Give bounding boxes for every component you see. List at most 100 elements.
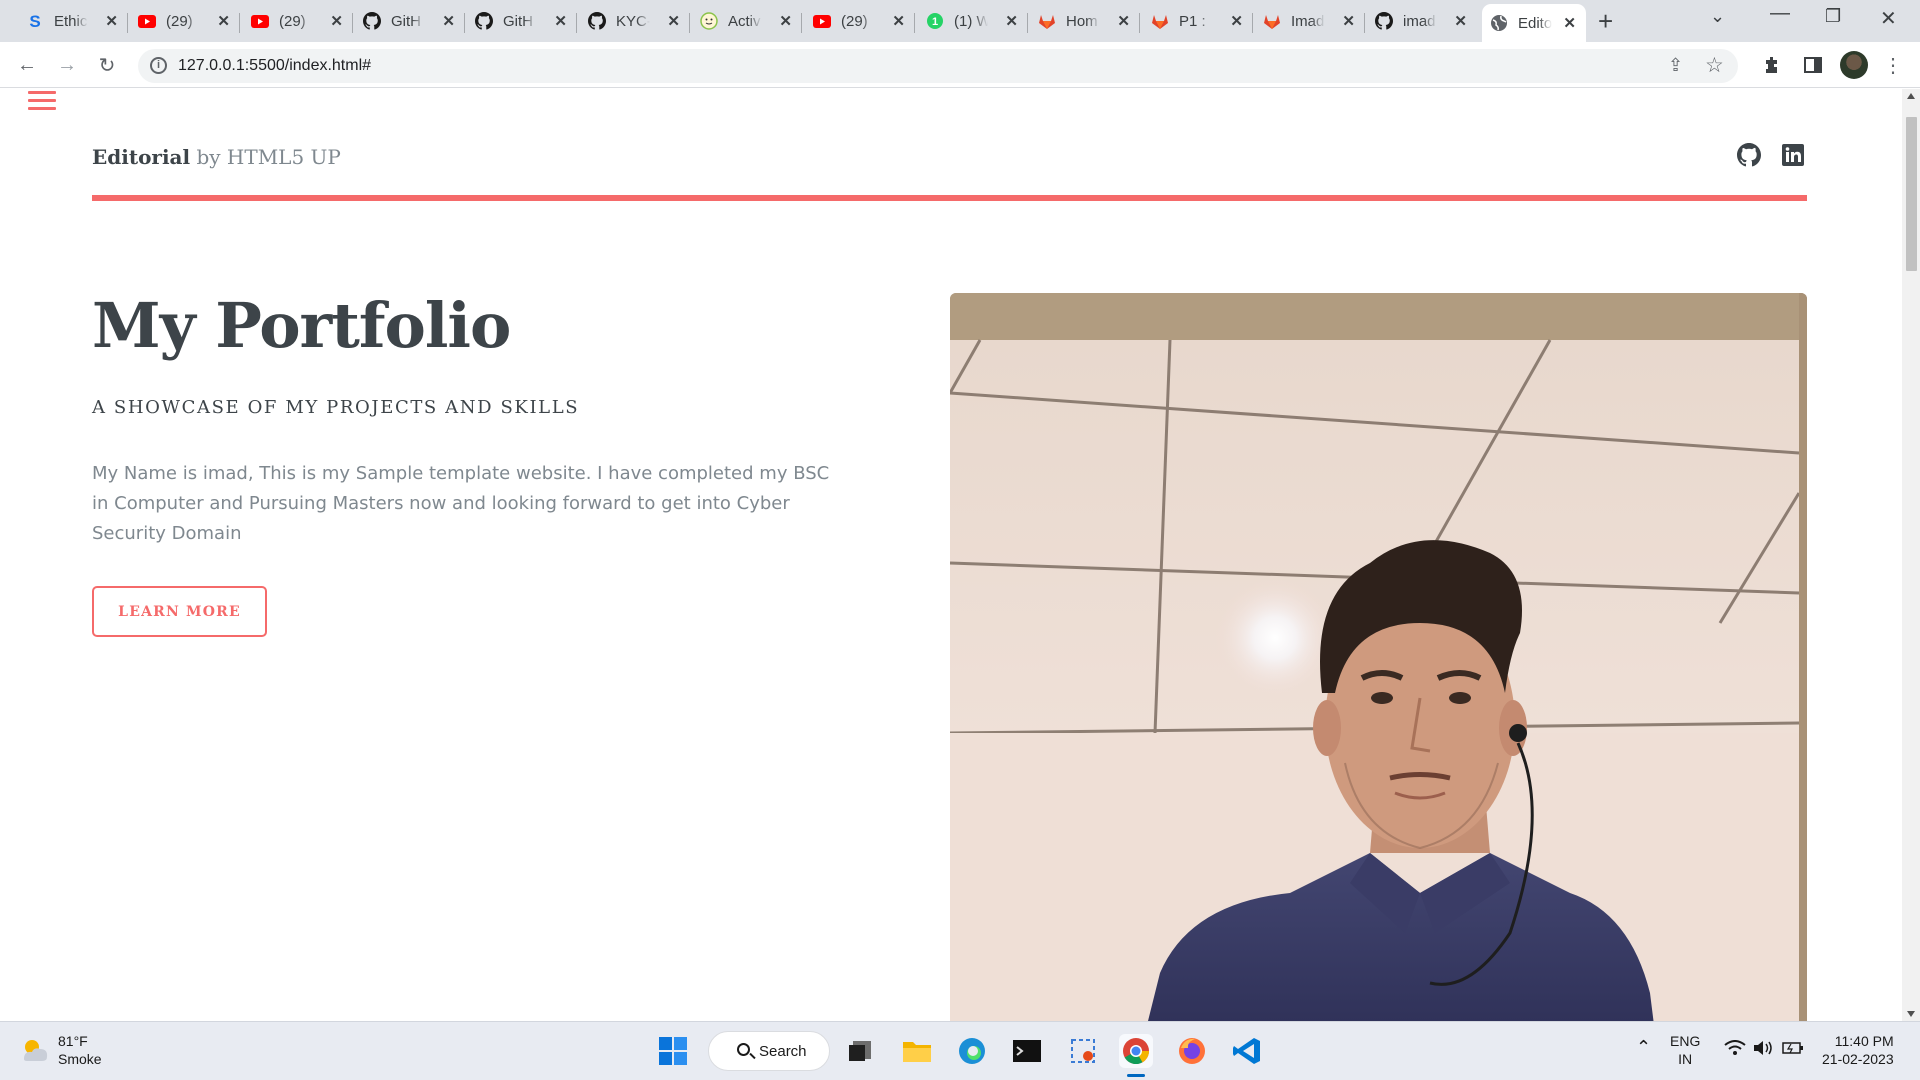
windows-start-icon[interactable] (656, 1034, 690, 1068)
close-tab-icon[interactable]: ✕ (330, 12, 343, 30)
close-tab-icon[interactable]: ✕ (105, 12, 118, 30)
edge-browser-icon[interactable] (955, 1034, 989, 1068)
close-tab-icon[interactable]: ✕ (779, 12, 792, 30)
close-tab-icon[interactable]: ✕ (1563, 14, 1576, 32)
tab-title: GitH (391, 12, 421, 30)
github-icon (363, 12, 381, 30)
scroll-down-arrow-icon[interactable] (1907, 1011, 1915, 1017)
chrome-icon[interactable] (1119, 1034, 1153, 1068)
browser-tab[interactable]: Edito ✕ (1482, 4, 1586, 42)
browser-tab[interactable]: 1 (1) W ✕ (918, 6, 1028, 36)
browser-tab[interactable]: (29) ✕ (243, 6, 353, 36)
tab-separator (127, 13, 128, 33)
close-tab-icon[interactable]: ✕ (442, 12, 455, 30)
lang-top: ENG (1670, 1033, 1701, 1049)
tab-separator (576, 13, 577, 33)
header-divider (92, 195, 1807, 201)
vscode-icon[interactable] (1230, 1034, 1264, 1068)
site-header: Editorial by HTML5 UP (92, 143, 1807, 169)
page-viewport: Editorial by HTML5 UP My Portfolio A SHO… (0, 89, 1902, 1021)
share-icon[interactable]: ⇪ (1668, 55, 1683, 76)
gitlab-icon (1038, 12, 1056, 30)
snipping-tool-icon[interactable] (1066, 1034, 1100, 1068)
close-tab-icon[interactable]: ✕ (1117, 12, 1130, 30)
close-tab-icon[interactable]: ✕ (1342, 12, 1355, 30)
scrollbar-thumb[interactable] (1906, 117, 1917, 271)
bookmark-star-icon[interactable]: ☆ (1705, 53, 1724, 78)
logo-strong: Editorial (92, 145, 191, 169)
weather-smoke-icon (24, 1040, 48, 1061)
restore-button[interactable]: ❐ (1825, 6, 1841, 27)
volume-icon[interactable] (1752, 1040, 1774, 1060)
menu-kebab-icon[interactable]: ⋮ (1880, 52, 1906, 78)
site-logo[interactable]: Editorial by HTML5 UP (92, 145, 1807, 169)
tab-separator (1027, 13, 1028, 33)
browser-tab[interactable]: (29) ✕ (805, 6, 915, 36)
whatsapp-badge-icon: 1 (926, 12, 944, 30)
tab-title: Edito (1518, 14, 1552, 32)
site-info-icon[interactable]: i (150, 57, 167, 74)
browser-tab[interactable]: Activ ✕ (692, 6, 802, 36)
sidebar-toggle-menu-icon[interactable] (28, 89, 56, 111)
url-text[interactable]: 127.0.0.1:5500/index.html# (178, 57, 371, 75)
extensions-puzzle-icon[interactable] (1759, 52, 1785, 78)
firefox-icon[interactable] (1175, 1034, 1209, 1068)
browser-tab[interactable]: GitH ✕ (355, 6, 465, 36)
close-tab-icon[interactable]: ✕ (1230, 12, 1243, 30)
close-tab-icon[interactable]: ✕ (1005, 12, 1018, 30)
linkedin-icon[interactable] (1781, 143, 1807, 169)
back-button[interactable]: ← (14, 52, 40, 78)
wifi-icon[interactable] (1724, 1040, 1746, 1060)
close-tab-icon[interactable]: ✕ (667, 12, 680, 30)
close-tab-icon[interactable]: ✕ (217, 12, 230, 30)
browser-tab[interactable]: imad ✕ (1367, 6, 1477, 36)
taskbar-search[interactable]: Search (708, 1031, 830, 1071)
browser-tab[interactable]: GitH ✕ (467, 6, 577, 36)
tab-title: Hom (1066, 12, 1098, 30)
search-label: Search (759, 1042, 807, 1060)
clock[interactable]: 11:40 PM 21-02-2023 (1822, 1032, 1894, 1068)
logo-byline: by HTML5 UP (190, 145, 341, 169)
address-bar[interactable]: i 127.0.0.1:5500/index.html# ⇪ ☆ (138, 49, 1738, 83)
page-scrollbar[interactable] (1902, 89, 1920, 1021)
show-hidden-icons-chevron-icon[interactable]: ⌃ (1636, 1038, 1651, 1056)
close-tab-icon[interactable]: ✕ (1454, 12, 1467, 30)
gitlab-icon (1151, 12, 1169, 30)
scroll-up-arrow-icon[interactable] (1907, 93, 1915, 99)
tab-title: (1) W (954, 12, 988, 30)
youtube-icon (813, 12, 831, 30)
tab-separator (689, 13, 690, 33)
github-icon (475, 12, 493, 30)
browser-tab[interactable]: P1 : ✕ (1143, 6, 1253, 36)
browser-tab[interactable]: Hom ✕ (1030, 6, 1140, 36)
side-panel-icon[interactable] (1800, 52, 1826, 78)
close-window-button[interactable]: ✕ (1880, 6, 1897, 31)
youtube-icon (138, 12, 156, 30)
browser-tab[interactable]: KYC- ✕ (580, 6, 690, 36)
profile-avatar[interactable] (1840, 51, 1868, 79)
tab-title: P1 : (1179, 12, 1206, 30)
battery-icon[interactable] (1782, 1041, 1804, 1059)
reload-button[interactable]: ↻ (94, 52, 120, 78)
close-tab-icon[interactable]: ✕ (892, 12, 905, 30)
minimize-button[interactable]: — (1770, 2, 1790, 25)
browser-tab[interactable]: Imad ✕ (1255, 6, 1365, 36)
file-explorer-icon[interactable] (900, 1034, 934, 1068)
tab-separator (1252, 13, 1253, 33)
language-indicator[interactable]: ENG IN (1670, 1032, 1700, 1068)
youtube-icon (251, 12, 269, 30)
browser-tab[interactable]: (29) ✕ (130, 6, 240, 36)
github-icon[interactable] (1737, 143, 1763, 169)
tab-title: (29) (841, 12, 868, 30)
close-tab-icon[interactable]: ✕ (554, 12, 567, 30)
tab-title: (29) (279, 12, 306, 30)
new-tab-button[interactable]: + (1598, 6, 1613, 36)
weather-widget[interactable]: 81°F Smoke (20, 1032, 102, 1068)
task-view-icon[interactable] (843, 1034, 877, 1068)
browser-tab[interactable]: S Ethic ✕ (18, 6, 128, 36)
tab-search-chevron-icon[interactable]: ⌄ (1710, 6, 1725, 27)
learn-more-button[interactable]: LEARN MORE (92, 586, 267, 637)
forward-button[interactable]: → (54, 52, 80, 78)
terminal-icon[interactable] (1010, 1034, 1044, 1068)
banner-description: My Name is imad, This is my Sample templ… (92, 463, 830, 544)
